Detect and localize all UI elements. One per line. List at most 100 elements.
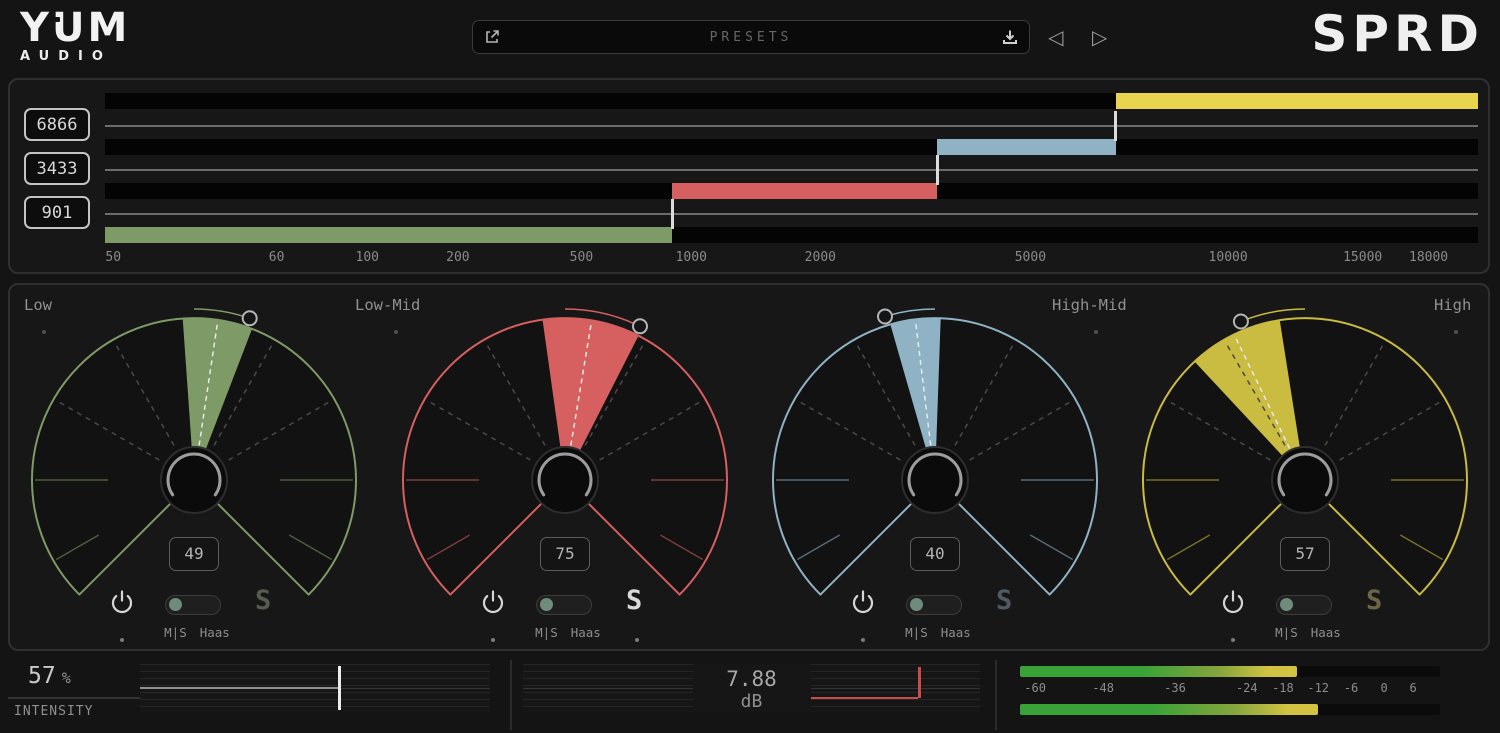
dial-knob[interactable]: [902, 447, 968, 513]
freq-axis-label: 500: [570, 250, 593, 265]
mode-ms-label: M|S: [535, 625, 558, 640]
export-preset-icon[interactable]: [483, 28, 501, 46]
crossover-line: [105, 125, 1478, 127]
meter-scale-label: -24: [1236, 681, 1258, 695]
freq-axis-label: 18000: [1409, 250, 1448, 265]
intensity-slider[interactable]: [140, 664, 490, 712]
toggle-knob: [540, 598, 553, 611]
band-range-high-mid[interactable]: [937, 139, 1115, 155]
freq-axis-label: 1000: [676, 250, 707, 265]
dials-panel: Low49SM|SHaasLow-Mid75SM|SHaasHigh-Mid40…: [8, 283, 1490, 651]
intensity-label: INTENSITY: [14, 704, 93, 719]
band-dial-low: 49SM|SHaas: [9, 293, 379, 645]
sprd-logo: SPRD: [1311, 6, 1484, 62]
crossover-handle[interactable]: [1114, 111, 1117, 141]
ms-haas-toggle-low-mid[interactable]: [536, 595, 592, 615]
intensity-slider-handle[interactable]: [338, 666, 341, 710]
top-bar: YUM AUDIO PRESETS ◁ ▷ SPRD: [0, 0, 1500, 76]
width-slider-handle[interactable]: [918, 667, 921, 698]
ms-haas-toggle-high[interactable]: [1276, 595, 1332, 615]
yum-audio-logo: YUM AUDIO: [20, 8, 150, 64]
band-dial-low-mid: 75 S M|SHaas: [380, 293, 750, 645]
width-range-line: [811, 697, 918, 699]
toggle-knob: [910, 598, 923, 611]
ms-haas-toggle-low[interactable]: [165, 595, 221, 615]
mode-ms-label: M|S: [1275, 625, 1298, 640]
spectrum-track-area: 5060100200500100020005000100001500018000: [105, 80, 1478, 272]
power-button-low[interactable]: [110, 589, 134, 615]
output-meters: -60-48-36-24-18-12-606: [1012, 657, 1500, 733]
dial-value-low-mid[interactable]: 75: [540, 537, 590, 571]
ms-haas-label: M|SHaas: [1248, 625, 1368, 640]
ms-haas-label: M|SHaas: [508, 625, 628, 640]
band-range-low-mid[interactable]: [672, 183, 937, 199]
dial-value-high[interactable]: 57: [1280, 537, 1330, 571]
crossover-handle[interactable]: [936, 155, 939, 185]
footer-divider: [995, 660, 997, 730]
dial-handle-ring[interactable]: [878, 310, 892, 324]
ms-haas-label: M|SHaas: [878, 625, 998, 640]
power-led: [861, 638, 865, 642]
meter-scale-label: 0: [1381, 681, 1388, 695]
crossover-freq-value[interactable]: 6866: [24, 108, 90, 141]
freq-axis-label: 50: [105, 250, 121, 265]
preset-label[interactable]: PRESETS: [501, 30, 1001, 45]
freq-axis-label: 200: [446, 250, 469, 265]
freq-axis-label: 10000: [1209, 250, 1248, 265]
dial-knob[interactable]: [532, 447, 598, 513]
crossover-handle[interactable]: [671, 199, 674, 229]
logo-eye-icon: [65, 17, 70, 22]
meter-fill-right: [1020, 704, 1318, 715]
band-range-low[interactable]: [105, 227, 672, 243]
dial-gauge-high-mid[interactable]: [750, 293, 1120, 623]
solo-button-low-mid[interactable]: S: [626, 585, 642, 616]
intensity-fill: [140, 687, 338, 689]
solo-button-high[interactable]: S: [1366, 585, 1382, 616]
preset-bar[interactable]: PRESETS: [472, 20, 1030, 54]
power-button-high-mid[interactable]: [851, 589, 875, 615]
dial-gauge-high[interactable]: [1120, 293, 1490, 623]
width-unit: dB: [741, 691, 763, 712]
width-db-slider[interactable]: 7.88 dB: [523, 664, 980, 712]
meter-scale-label: -36: [1164, 681, 1186, 695]
solo-button-low[interactable]: S: [255, 585, 271, 616]
freq-axis-label: 60: [269, 250, 285, 265]
next-preset-button[interactable]: ▷: [1092, 25, 1107, 49]
plugin-window: YUM AUDIO PRESETS ◁ ▷ SPRD 5060100200500…: [0, 0, 1500, 733]
crossover-freq-value[interactable]: 901: [24, 196, 90, 229]
intensity-separator: [8, 697, 140, 699]
power-led: [120, 638, 124, 642]
intensity-value: 57: [28, 663, 56, 689]
dial-value-low[interactable]: 49: [169, 537, 219, 571]
dial-handle-ring[interactable]: [633, 319, 647, 333]
dial-handle-ring[interactable]: [1234, 315, 1248, 329]
save-preset-icon[interactable]: [1001, 28, 1019, 46]
previous-preset-button[interactable]: ◁: [1048, 25, 1063, 49]
band-track-high-mid: [105, 139, 1478, 155]
ms-haas-toggle-high-mid[interactable]: [906, 595, 962, 615]
dial-knob[interactable]: [161, 447, 227, 513]
intensity-unit: %: [62, 669, 71, 687]
freq-axis-label: 15000: [1343, 250, 1382, 265]
power-button-low-mid[interactable]: [481, 589, 505, 615]
solo-button-high-mid[interactable]: S: [996, 585, 1012, 616]
dial-gauge-low[interactable]: [9, 293, 379, 623]
meter-scale: -60-48-36-24-18-12-606: [1020, 681, 1440, 697]
band-range-high[interactable]: [1116, 93, 1478, 109]
solo-led: [635, 638, 639, 642]
meter-scale-label: -60: [1024, 681, 1046, 695]
dial-knob[interactable]: [1272, 447, 1338, 513]
dial-handle-ring[interactable]: [243, 311, 257, 325]
crossover-freq-value[interactable]: 3433: [24, 152, 90, 185]
power-led: [491, 638, 495, 642]
dial-value-high-mid[interactable]: 40: [910, 537, 960, 571]
band-dial-high: 57 S M|SHaas: [1120, 293, 1490, 645]
footer-divider: [510, 660, 512, 730]
toggle-knob: [1280, 598, 1293, 611]
meter-track-right: [1020, 704, 1440, 715]
meter-fill-left: [1020, 666, 1297, 677]
dial-gauge-low-mid[interactable]: [380, 293, 750, 623]
crossover-line: [105, 169, 1478, 171]
meter-track-left: [1020, 666, 1440, 677]
power-button-high[interactable]: [1221, 589, 1245, 615]
